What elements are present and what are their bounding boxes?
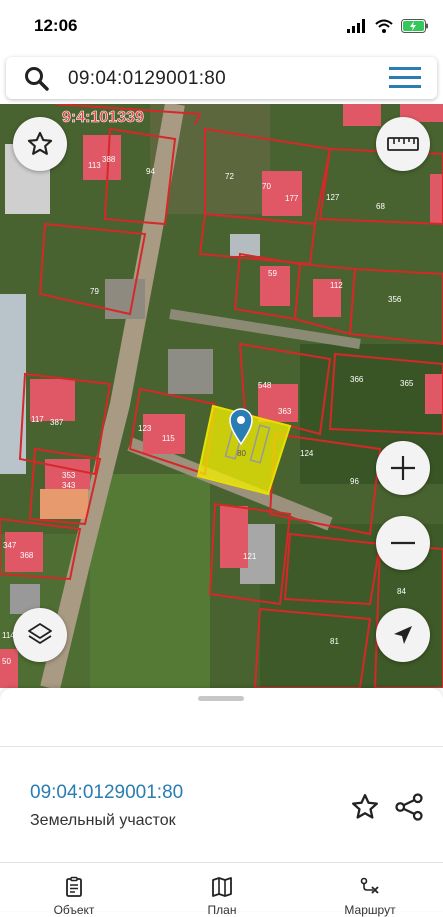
parcel-label: 356 (388, 295, 402, 304)
satellite-map[interactable]: 9:4:101339 388 113 94 72 70 177 127 68 7… (0, 104, 443, 688)
selected-parcel-label: 80 (237, 449, 246, 458)
tab-plan[interactable]: План (148, 863, 296, 917)
clipboard-icon (66, 876, 82, 897)
parcel-label: 124 (300, 449, 314, 458)
tab-object[interactable]: Объект (0, 863, 148, 917)
sheet-drag-handle[interactable] (198, 696, 244, 701)
divider (0, 746, 443, 747)
star-outline-icon (27, 131, 53, 155)
parcel-label: 363 (278, 407, 292, 416)
parcel-label: 72 (225, 172, 234, 181)
parcel-label: 70 (262, 182, 271, 191)
parcel-label: 353 (62, 471, 76, 480)
share-icon[interactable] (394, 792, 424, 822)
favorite-star-icon[interactable] (350, 792, 380, 822)
search-bar[interactable]: 09:04:0129001:80 (6, 57, 437, 99)
parcel-label: 177 (285, 194, 299, 203)
tab-label: Объект (53, 903, 95, 917)
signal-icon (347, 19, 365, 33)
tab-label: План (207, 903, 237, 917)
parcel-label: 123 (138, 424, 152, 433)
parcel-label: 59 (268, 269, 277, 278)
parcel-label: 388 (102, 155, 116, 164)
layers-button[interactable] (13, 608, 67, 662)
route-icon (360, 877, 379, 894)
bottom-tab-bar: Объект План Маршрут (0, 862, 443, 917)
parcel-label: 548 (258, 381, 272, 390)
zoom-out-button[interactable] (376, 516, 430, 570)
my-location-icon (394, 626, 412, 644)
parcel-label: 81 (330, 637, 339, 646)
ruler-icon (387, 137, 419, 151)
status-time: 12:06 (34, 16, 78, 35)
battery-charging-icon (401, 19, 428, 33)
parcel-label: 96 (350, 477, 359, 486)
status-bar: 12:06 (0, 0, 443, 52)
zoom-out-icon (391, 541, 415, 545)
parcel-label: 113 (88, 161, 101, 170)
status-icons (347, 14, 429, 38)
parcel-label: 117 (31, 415, 44, 424)
parcel-label: 79 (90, 287, 99, 296)
parcel-label: 387 (50, 418, 64, 427)
parcel-label: 365 (400, 379, 414, 388)
hamburger-menu-icon[interactable] (389, 67, 421, 89)
parcel-label: 50 (2, 657, 11, 666)
tab-label: Маршрут (344, 903, 396, 917)
parcel-label: 94 (146, 167, 155, 176)
cadastral-number[interactable]: 09:04:0129001:80 (30, 782, 183, 804)
zoom-in-icon (391, 456, 415, 480)
parcel-label: 366 (350, 375, 364, 384)
my-location-button[interactable] (376, 608, 430, 662)
parcel-label: 84 (397, 587, 406, 596)
parcel-label: 121 (243, 552, 257, 561)
parcel-label: 347 (3, 541, 17, 550)
wifi-icon (375, 19, 393, 33)
ruler-button[interactable] (376, 117, 430, 171)
parcel-label: 127 (326, 193, 340, 202)
zoom-in-button[interactable] (376, 441, 430, 495)
map-icon (212, 877, 232, 897)
favorite-button[interactable] (13, 117, 67, 171)
quarter-label: 9:4:101339 (62, 109, 144, 126)
parcel-label: 343 (62, 481, 76, 490)
parcel-label: 368 (20, 551, 34, 560)
layers-icon (28, 623, 52, 644)
search-input[interactable]: 09:04:0129001:80 (68, 68, 226, 90)
parcel-label: 112 (330, 281, 343, 290)
object-type-label: Земельный участок (30, 812, 176, 829)
tab-route[interactable]: Маршрут (296, 863, 443, 917)
parcel-label: 115 (162, 434, 175, 443)
parcel-label: 68 (376, 202, 385, 211)
map-view[interactable]: 9:4:101339 388 113 94 72 70 177 127 68 7… (0, 104, 443, 688)
search-icon[interactable] (24, 66, 50, 92)
